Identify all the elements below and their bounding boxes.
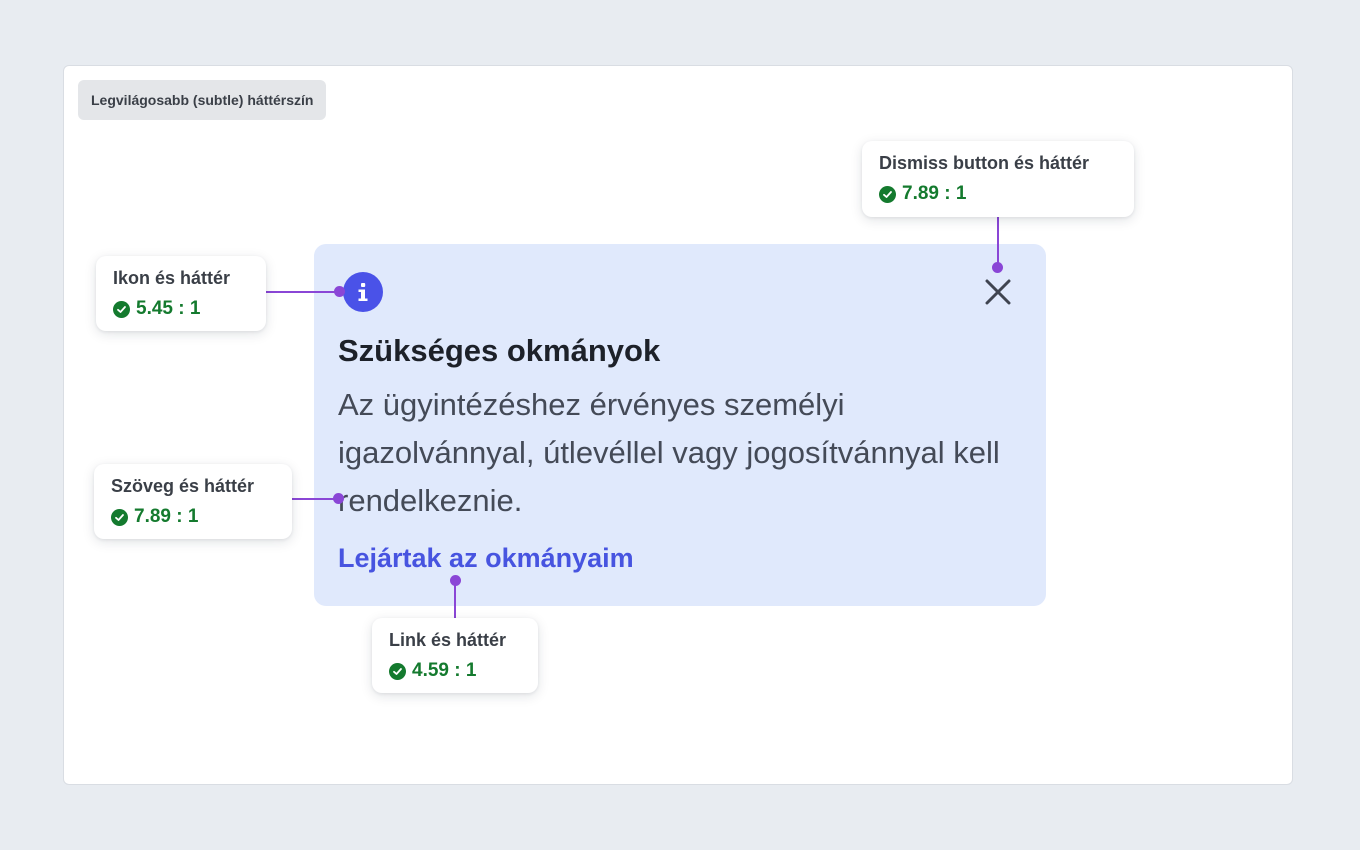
icon-leader-dot bbox=[334, 286, 345, 297]
alert-title: Szükséges okmányok bbox=[338, 333, 661, 368]
check-circle-icon bbox=[111, 508, 128, 526]
contrast-ratio: 4.59 : 1 bbox=[389, 660, 521, 682]
info-glyph bbox=[358, 283, 368, 301]
info-icon bbox=[343, 272, 383, 312]
dismiss-leader-dot bbox=[992, 262, 1003, 273]
contrast-ratio-value: 5.45 : 1 bbox=[136, 298, 201, 319]
check-circle-icon bbox=[879, 185, 896, 203]
callout-title: Dismiss button és háttér bbox=[879, 153, 1090, 173]
background-level-chip: Legvilágosabb (subtle) háttérszín bbox=[78, 80, 327, 120]
contrast-ratio: 5.45 : 1 bbox=[113, 298, 249, 320]
dismiss-leader-line bbox=[997, 217, 999, 268]
link-contrast-callout: Link és háttér 4.59 : 1 bbox=[372, 618, 538, 693]
icon-contrast-callout: Ikon és háttér 5.45 : 1 bbox=[96, 256, 266, 331]
icon-leader-line bbox=[266, 291, 340, 293]
link-leader-dot bbox=[450, 575, 461, 586]
callout-title: Ikon és háttér bbox=[113, 268, 231, 288]
close-icon[interactable] bbox=[980, 274, 1016, 310]
text-leader-line bbox=[292, 498, 339, 500]
contrast-ratio-value: 7.89 : 1 bbox=[134, 506, 199, 527]
alert-body-text: Az ügyintézéshez érvényes személyi igazo… bbox=[338, 387, 1000, 518]
callout-title: Link és háttér bbox=[389, 630, 507, 650]
contrast-ratio-value: 7.89 : 1 bbox=[902, 183, 967, 204]
contrast-ratio: 7.89 : 1 bbox=[879, 183, 1117, 205]
chip-label: Legvilágosabb (subtle) háttérszín bbox=[91, 92, 314, 108]
expired-documents-link[interactable]: Lejártak az okmányaim bbox=[338, 543, 634, 574]
callout-title: Szöveg és háttér bbox=[111, 476, 255, 496]
dismiss-contrast-callout: Dismiss button és háttér 7.89 : 1 bbox=[862, 141, 1134, 217]
close-glyph bbox=[985, 279, 1011, 305]
check-circle-icon bbox=[389, 662, 406, 680]
check-circle-icon bbox=[113, 300, 130, 318]
contrast-ratio: 7.89 : 1 bbox=[111, 506, 275, 528]
contrast-ratio-value: 4.59 : 1 bbox=[412, 660, 477, 681]
text-contrast-callout: Szöveg és háttér 7.89 : 1 bbox=[94, 464, 292, 539]
text-leader-dot bbox=[333, 493, 344, 504]
